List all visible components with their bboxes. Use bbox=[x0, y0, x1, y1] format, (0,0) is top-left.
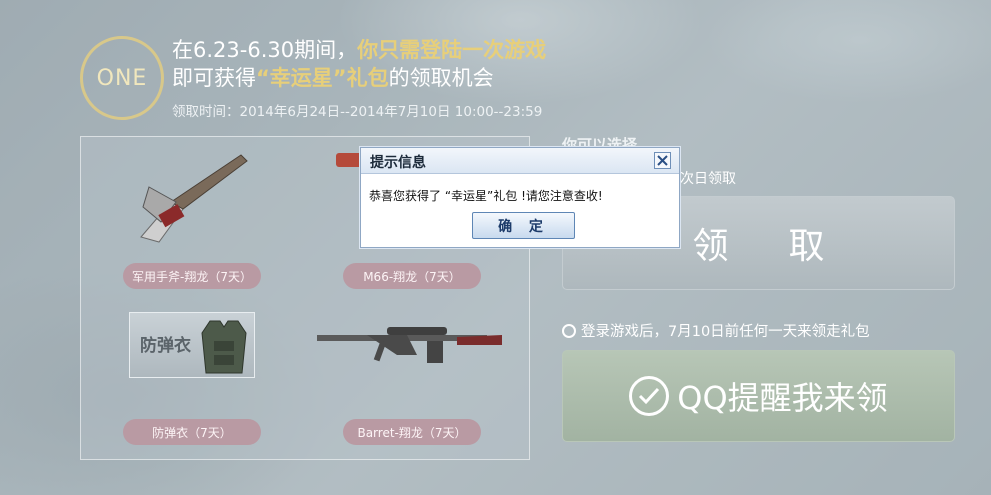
qq-remind-button-label: QQ提醒我来领 bbox=[677, 379, 888, 417]
close-icon[interactable] bbox=[654, 152, 671, 169]
vest-image-text: 防弹衣 bbox=[140, 336, 191, 356]
item-label-vest: 防弹衣（7天） bbox=[123, 419, 261, 445]
ok-button[interactable]: 确 定 bbox=[472, 212, 575, 239]
headline-line2-suffix: 的领取机会 bbox=[388, 66, 494, 90]
one-badge: ONE bbox=[80, 36, 164, 120]
barret-image bbox=[317, 327, 502, 363]
radio-circle-icon[interactable] bbox=[562, 323, 576, 338]
headline-line2-prefix: 即可获得 bbox=[172, 66, 256, 90]
claim-date-range: 领取时间：2014年6月24日--2014年7月10日 10:00--23:59 bbox=[172, 104, 543, 120]
axe-image bbox=[140, 154, 248, 243]
option-next-day-text: 次日领取 bbox=[680, 171, 736, 187]
dialog-title: 提示信息 bbox=[370, 155, 426, 171]
headline-line2-highlight: “幸运星”礼包 bbox=[256, 66, 389, 90]
item-label-m66: M66-翔龙（7天） bbox=[343, 263, 481, 289]
qq-remind-button[interactable]: QQ提醒我来领 bbox=[562, 350, 955, 442]
dialog-message: 恭喜您获得了 “幸运星”礼包 !请您注意查收! bbox=[369, 189, 603, 203]
dialog-title-bar[interactable]: 提示信息 bbox=[361, 148, 679, 174]
remind-option[interactable]: 登录游戏后，7月10日前任何一天来领走礼包 bbox=[562, 320, 870, 341]
headline-line1-prefix: 在6.23-6.30期间， bbox=[172, 38, 358, 62]
headline-line1-highlight: 你只需登陆一次游戏 bbox=[357, 38, 547, 62]
headline: 在6.23-6.30期间，你只需登陆一次游戏 即可获得“幸运星”礼包的领取机会 bbox=[172, 36, 546, 92]
item-label-barret: Barret-翔龙（7天） bbox=[343, 419, 481, 445]
checkmark-icon bbox=[629, 376, 670, 416]
vest-image: 防弹衣 bbox=[129, 312, 255, 378]
item-label-axe: 军用手斧-翔龙（7天） bbox=[123, 263, 261, 289]
notice-dialog: 提示信息 恭喜您获得了 “幸运星”礼包 !请您注意查收! 确 定 bbox=[360, 147, 680, 248]
remind-option-label: 登录游戏后，7月10日前任何一天来领走礼包 bbox=[581, 324, 870, 340]
